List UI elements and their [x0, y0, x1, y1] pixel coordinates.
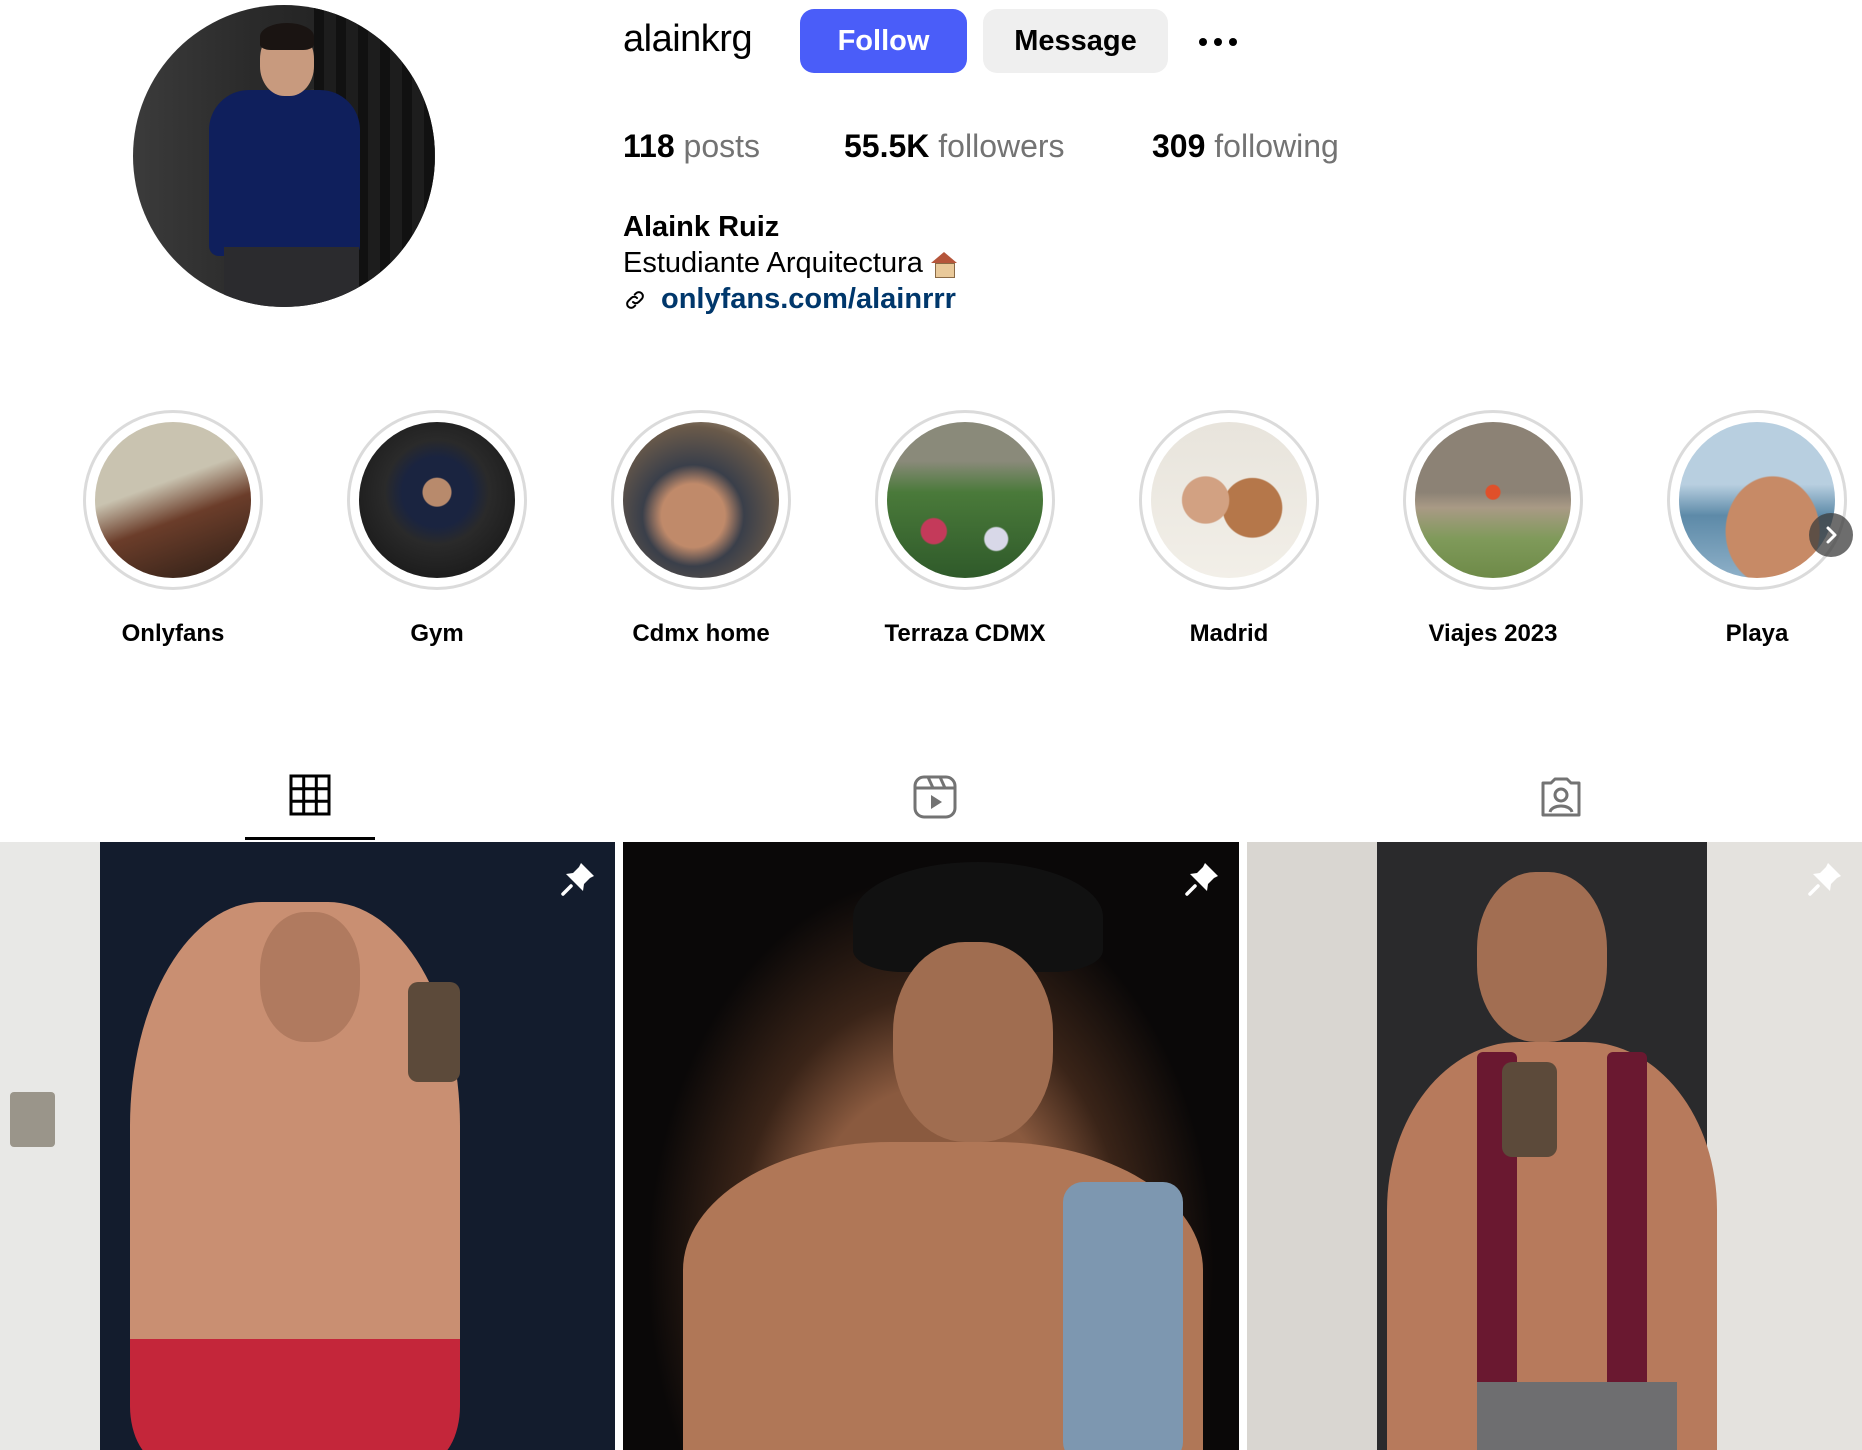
profile-full-name: Alaink Ruiz: [623, 211, 780, 243]
followers-link[interactable]: 55.5K followers: [844, 128, 1065, 165]
story-highlights: Onlyfans Gym Cdmx home Terraza CDMX Madr…: [0, 410, 1862, 650]
highlight-thumbnail: [887, 422, 1043, 578]
tagged-icon: [1541, 777, 1581, 817]
profile-bio: Estudiante Arquitectura: [623, 247, 957, 280]
highlight-thumbnail: [1151, 422, 1307, 578]
highlight-label: Madrid: [1189, 620, 1269, 647]
followers-count-value: 55.5K: [844, 128, 930, 164]
following-count-value: 309: [1152, 128, 1206, 164]
highlight-terraza-cdmx[interactable]: Terraza CDMX: [875, 410, 1055, 648]
message-button[interactable]: Message: [983, 9, 1168, 73]
highlight-viajes-2023[interactable]: Viajes 2023: [1403, 410, 1583, 648]
highlight-label: Cdmx home: [632, 620, 770, 647]
pin-icon: [1185, 863, 1218, 896]
following-link[interactable]: 309 following: [1152, 128, 1339, 165]
highlight-thumbnail: [1679, 422, 1835, 578]
highlight-thumbnail: [95, 422, 251, 578]
highlight-thumbnail: [623, 422, 779, 578]
highlight-madrid[interactable]: Madrid: [1139, 410, 1319, 648]
chevron-right-icon: [1826, 526, 1837, 544]
highlight-onlyfans[interactable]: Onlyfans: [83, 410, 263, 648]
highlight-label: Viajes 2023: [1428, 620, 1558, 647]
tab-tagged[interactable]: [1496, 760, 1626, 840]
follow-button[interactable]: Follow: [800, 9, 967, 73]
following-count-label: following: [1214, 128, 1339, 164]
posts-count-label: posts: [683, 128, 760, 164]
post-tile[interactable]: [0, 842, 615, 1450]
post-tile[interactable]: [1247, 842, 1862, 1450]
house-emoji-icon: [930, 251, 957, 278]
posts-grid: [0, 842, 1862, 1450]
reels-icon: [913, 775, 957, 819]
tab-reels[interactable]: [870, 760, 1000, 840]
grid-icon: [289, 774, 331, 816]
profile-bio-text: Estudiante Arquitectura: [623, 247, 923, 279]
highlight-cdmx-home[interactable]: Cdmx home: [611, 410, 791, 648]
tab-posts[interactable]: [245, 760, 375, 840]
link-icon: [626, 290, 644, 309]
highlight-thumbnail: [1415, 422, 1571, 578]
post-tile[interactable]: [623, 842, 1239, 1450]
highlight-label: Playa: [1725, 620, 1789, 647]
highlight-gym[interactable]: Gym: [347, 410, 527, 648]
profile-external-link[interactable]: onlyfans.com/alainrrr: [623, 283, 956, 316]
highlight-label: Onlyfans: [121, 620, 225, 647]
pin-icon: [561, 863, 594, 896]
highlights-next-button[interactable]: [1809, 513, 1853, 557]
posts-count: 118 posts: [623, 128, 760, 165]
profile-username: alainkrg: [623, 18, 753, 60]
highlight-thumbnail: [359, 422, 515, 578]
highlight-label: Gym: [410, 620, 464, 647]
followers-count-label: followers: [938, 128, 1065, 164]
profile-link-text: onlyfans.com/alainrrr: [661, 283, 956, 315]
pin-icon: [1808, 863, 1841, 896]
profile-tabs: [0, 760, 1862, 840]
more-options-icon[interactable]: [1193, 22, 1243, 62]
highlight-label: Terraza CDMX: [884, 620, 1046, 647]
posts-count-value: 118: [623, 128, 675, 164]
profile-avatar[interactable]: [133, 5, 435, 307]
